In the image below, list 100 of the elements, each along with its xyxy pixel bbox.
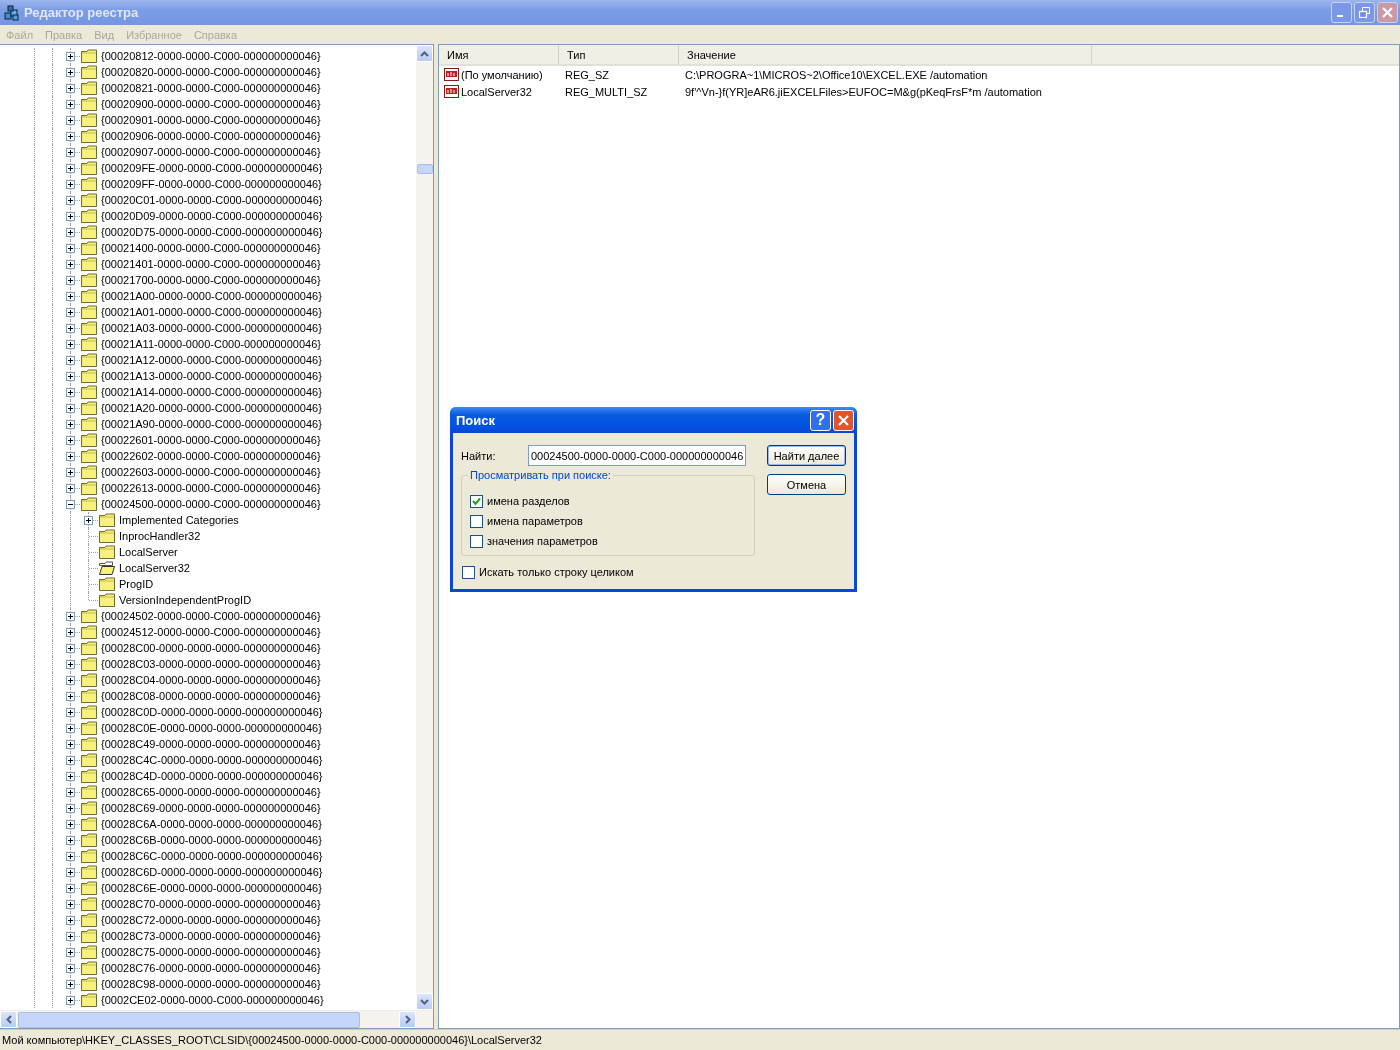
expander-icon[interactable] <box>66 356 75 365</box>
expander-icon[interactable] <box>66 164 75 173</box>
expander-icon[interactable] <box>66 916 75 925</box>
expander-icon[interactable] <box>66 276 75 285</box>
tree-item[interactable]: {00020821-0000-0000-C000-000000000046} <box>0 80 416 96</box>
tree-item[interactable]: {00028C6B-0000-0000-0000-000000000046} <box>0 832 416 848</box>
expander-icon[interactable] <box>66 148 75 157</box>
expander-icon[interactable] <box>66 996 75 1005</box>
tree-item[interactable]: {00021A14-0000-0000-C000-000000000046} <box>0 384 416 400</box>
tree-item[interactable]: {00028C00-0000-0000-0000-000000000046} <box>0 640 416 656</box>
expander-icon[interactable] <box>66 772 75 781</box>
checkbox-label[interactable]: значения параметров <box>487 535 598 547</box>
checkbox-label[interactable]: Искать только строку целиком <box>479 566 634 578</box>
expander-icon[interactable] <box>66 132 75 141</box>
tree-item[interactable]: {00024500-0000-0000-C000-000000000046} <box>0 496 416 512</box>
tree-item[interactable]: Implemented Categories <box>0 512 416 528</box>
checkbox[interactable] <box>462 565 475 579</box>
column-header[interactable]: Значение <box>679 45 1092 64</box>
expander-icon[interactable] <box>66 756 75 765</box>
expander-icon[interactable] <box>66 804 75 813</box>
checkbox[interactable] <box>470 514 483 528</box>
expander-icon[interactable] <box>66 68 75 77</box>
tree-item[interactable]: {00028C72-0000-0000-0000-000000000046} <box>0 912 416 928</box>
expander-icon[interactable] <box>66 212 75 221</box>
tree-item[interactable]: {00022602-0000-0000-C000-000000000046} <box>0 448 416 464</box>
restore-button[interactable] <box>1354 2 1375 23</box>
expander-icon[interactable] <box>66 500 75 509</box>
tree-item[interactable]: {00028C6E-0000-0000-0000-000000000046} <box>0 880 416 896</box>
expander-icon[interactable] <box>66 820 75 829</box>
tree-item[interactable]: {00028C08-0000-0000-0000-000000000046} <box>0 688 416 704</box>
expander-icon[interactable] <box>66 52 75 61</box>
tree-item[interactable]: {00021A20-0000-0000-C000-000000000046} <box>0 400 416 416</box>
tree-item[interactable]: {00022601-0000-0000-C000-000000000046} <box>0 432 416 448</box>
tree-item[interactable]: {00021A90-0000-0000-C000-000000000046} <box>0 416 416 432</box>
scrollbar-thumb[interactable] <box>417 164 433 174</box>
expander-icon[interactable] <box>66 868 75 877</box>
help-button[interactable]: ? <box>810 409 831 431</box>
expander-icon[interactable] <box>66 708 75 717</box>
tree-item[interactable]: {000209FF-0000-0000-C000-000000000046} <box>0 176 416 192</box>
expander-icon[interactable] <box>66 308 75 317</box>
expander-icon[interactable] <box>66 340 75 349</box>
expander-icon[interactable] <box>84 516 93 525</box>
tree-item[interactable]: {00021A12-0000-0000-C000-000000000046} <box>0 352 416 368</box>
value-name[interactable]: LocalServer32 <box>461 85 532 98</box>
tree-item[interactable]: {00028C03-0000-0000-0000-000000000046} <box>0 656 416 672</box>
tree-item[interactable]: {00028C04-0000-0000-0000-000000000046} <box>0 672 416 688</box>
expander-icon[interactable] <box>66 180 75 189</box>
tree-item[interactable]: {00028C75-0000-0000-0000-000000000046} <box>0 944 416 960</box>
expander-icon[interactable] <box>66 388 75 397</box>
tree-item[interactable]: {000209FE-0000-0000-C000-000000000046} <box>0 160 416 176</box>
minimize-button[interactable] <box>1331 2 1352 23</box>
tree-item[interactable]: {00028C98-0000-0000-0000-000000000046} <box>0 976 416 992</box>
cancel-button[interactable]: Отмена <box>767 474 846 495</box>
expander-icon[interactable] <box>66 436 75 445</box>
expander-icon[interactable] <box>66 612 75 621</box>
tree-item[interactable]: {00028C76-0000-0000-0000-000000000046} <box>0 960 416 976</box>
tree-item[interactable]: {00024502-0000-0000-C000-000000000046} <box>0 608 416 624</box>
expander-icon[interactable] <box>66 116 75 125</box>
expander-icon[interactable] <box>66 100 75 109</box>
tree-item[interactable]: {00021A11-0000-0000-C000-000000000046} <box>0 336 416 352</box>
tree-item[interactable]: {00021400-0000-0000-C000-000000000046} <box>0 240 416 256</box>
expander-icon[interactable] <box>66 292 75 301</box>
tree-item[interactable]: {00028C0D-0000-0000-0000-000000000046} <box>0 704 416 720</box>
expander-icon[interactable] <box>66 196 75 205</box>
expander-icon[interactable] <box>66 420 75 429</box>
expander-icon[interactable] <box>66 484 75 493</box>
tree-item[interactable]: {00020C01-0000-0000-C000-000000000046} <box>0 192 416 208</box>
tree-item[interactable]: {00021A00-0000-0000-C000-000000000046} <box>0 288 416 304</box>
tree-item[interactable]: InprocHandler32 <box>0 528 416 544</box>
tree-item[interactable]: {00028C6C-0000-0000-0000-000000000046} <box>0 848 416 864</box>
checkbox-label[interactable]: имена разделов <box>487 495 570 507</box>
tree-item[interactable]: {00028C65-0000-0000-0000-000000000046} <box>0 784 416 800</box>
tree-item[interactable]: {00021A01-0000-0000-C000-000000000046} <box>0 304 416 320</box>
tree-item[interactable]: {00028C0E-0000-0000-0000-000000000046} <box>0 720 416 736</box>
tree-item[interactable]: {00020D75-0000-0000-C000-000000000046} <box>0 224 416 240</box>
scroll-up-button[interactable] <box>416 45 433 62</box>
tree-item[interactable]: {00020901-0000-0000-C000-000000000046} <box>0 112 416 128</box>
tree-item[interactable]: {00021A03-0000-0000-C000-000000000046} <box>0 320 416 336</box>
expander-icon[interactable] <box>66 372 75 381</box>
tree-item[interactable]: VersionIndependentProgID <box>0 592 416 608</box>
tree-item[interactable]: ProgID <box>0 576 416 592</box>
tree-item[interactable]: {00020906-0000-0000-C000-000000000046} <box>0 128 416 144</box>
tree-item[interactable]: {00020907-0000-0000-C000-000000000046} <box>0 144 416 160</box>
expander-icon[interactable] <box>66 932 75 941</box>
value-name[interactable]: (По умолчанию) <box>461 68 543 81</box>
tree-item[interactable]: {00020D09-0000-0000-C000-000000000046} <box>0 208 416 224</box>
expander-icon[interactable] <box>66 724 75 733</box>
checkbox-label[interactable]: имена параметров <box>487 515 583 527</box>
expander-icon[interactable] <box>66 964 75 973</box>
expander-icon[interactable] <box>66 468 75 477</box>
tree-item[interactable]: {00020812-0000-0000-C000-000000000046} <box>0 48 416 64</box>
expander-icon[interactable] <box>66 836 75 845</box>
tree-item[interactable]: {00022613-0000-0000-C000-000000000046} <box>0 480 416 496</box>
expander-icon[interactable] <box>66 628 75 637</box>
expander-icon[interactable] <box>66 324 75 333</box>
vertical-scrollbar[interactable] <box>416 45 433 1010</box>
tree-item[interactable]: LocalServer32 <box>0 560 416 576</box>
expander-icon[interactable] <box>66 244 75 253</box>
scrollbar-thumb[interactable] <box>18 1012 360 1028</box>
expander-icon[interactable] <box>66 948 75 957</box>
